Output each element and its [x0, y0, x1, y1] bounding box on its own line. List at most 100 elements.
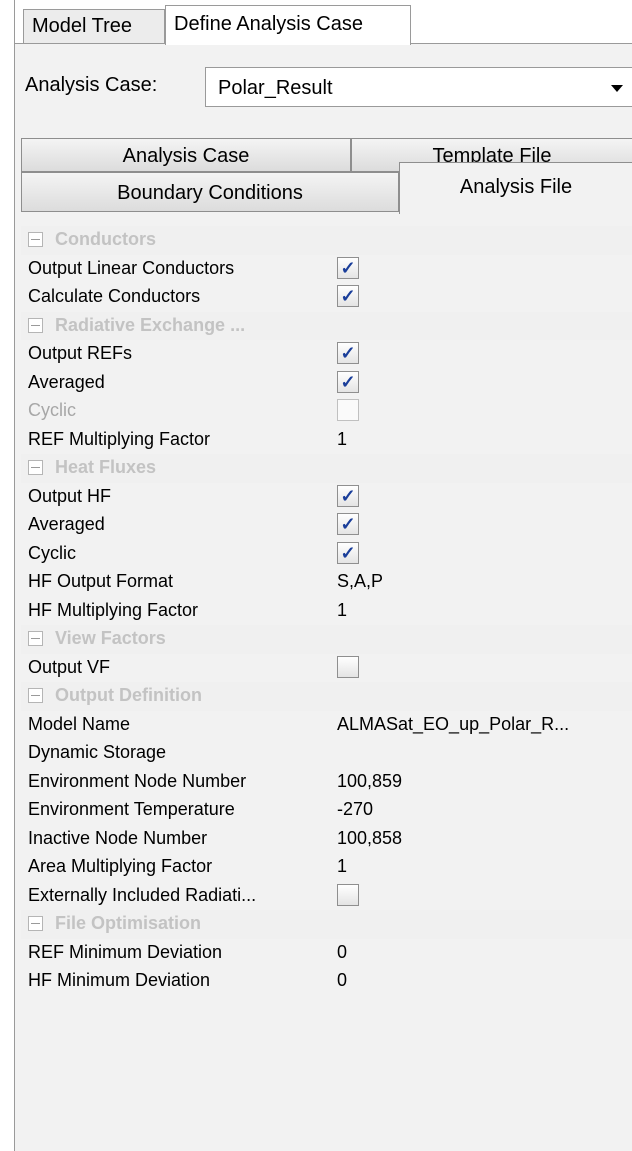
analysis-case-label: Analysis Case: [25, 74, 158, 96]
property-label: Inactive Node Number [28, 827, 208, 848]
property-value[interactable]: 0 [337, 970, 347, 991]
property-label: Cyclic [28, 542, 76, 563]
property-row: Inactive Node Number 100,858 [21, 825, 632, 854]
property-label: Area Multiplying Factor [28, 856, 213, 876]
tab-model-tree[interactable]: Model Tree [23, 9, 165, 44]
property-checkbox[interactable]: ✓ [337, 370, 359, 393]
minus-box-icon[interactable] [28, 631, 43, 646]
property-row: HF Output Format S,A,P [21, 568, 632, 597]
checkmark-icon: ✓ [340, 542, 356, 563]
property-row: Environment Temperature -270 [21, 796, 632, 825]
property-value[interactable]: 0 [337, 942, 347, 963]
minus-box-icon[interactable] [28, 460, 43, 475]
property-checkbox[interactable]: ✓ [337, 541, 359, 564]
property-checkbox[interactable] [337, 655, 359, 678]
tab-analysis-file[interactable]: Analysis File [399, 162, 632, 214]
property-label: Output Linear Conductors [28, 257, 235, 278]
property-checkbox[interactable]: ✓ [337, 285, 359, 307]
property-label: REF Minimum Deviation [28, 941, 223, 962]
property-row: Calculate Conductors ✓ [21, 283, 632, 312]
analysis-panel: Model Tree Define Analysis Case Analysis… [14, 0, 632, 1151]
property-row: Cyclic [21, 397, 632, 426]
property-row: Averaged ✓ [21, 511, 632, 540]
property-row: Averaged ✓ [21, 369, 632, 398]
category-row[interactable]: Output Definition [21, 682, 632, 711]
category-label: Conductors [55, 229, 156, 249]
minus-box-icon[interactable] [28, 688, 43, 703]
category-label: Output Definition [55, 685, 202, 705]
property-value[interactable]: 100,858 [337, 828, 402, 849]
property-label: Calculate Conductors [28, 286, 201, 306]
tab-analysis-case[interactable]: Analysis Case [21, 138, 351, 172]
checkmark-icon: ✓ [340, 485, 356, 506]
property-row: REF Minimum Deviation 0 [21, 939, 632, 968]
top-tab-bar: Model Tree Define Analysis Case [15, 0, 632, 45]
property-row: Externally Included Radiati... [21, 882, 632, 911]
property-label: HF Output Format [28, 571, 174, 591]
property-checkbox[interactable] [337, 883, 359, 906]
tab-divider-cut [166, 43, 410, 45]
analysis-case-value: Polar_Result [218, 77, 333, 99]
analysis-case-row: Analysis Case: Polar_Result [15, 60, 632, 110]
property-checkbox [337, 399, 359, 421]
property-value[interactable]: ALMASat_EO_up_Polar_R... [337, 714, 569, 735]
chevron-down-icon[interactable] [611, 85, 623, 92]
checkmark-icon: ✓ [340, 371, 356, 392]
property-row: Output Linear Conductors ✓ [21, 255, 632, 284]
category-row[interactable]: Radiative Exchange ... [21, 311, 632, 340]
minus-box-icon[interactable] [28, 916, 43, 931]
property-row: HF Multiplying Factor 1 [21, 597, 632, 626]
property-row: Output REFs ✓ [21, 340, 632, 369]
property-label: HF Minimum Deviation [28, 970, 211, 990]
property-value[interactable]: S,A,P [337, 571, 383, 592]
property-label: Environment Node Number [28, 770, 247, 791]
checkmark-icon: ✓ [340, 343, 356, 363]
checkmark-icon: ✓ [340, 514, 356, 534]
property-label: Output REFs [28, 343, 133, 363]
property-label: HF Multiplying Factor [28, 599, 199, 620]
property-row: REF Multiplying Factor 1 [21, 426, 632, 455]
sub-tab-bar: Analysis Case Template File Boundary Con… [21, 138, 632, 214]
property-value[interactable]: 1 [337, 856, 347, 877]
category-label: Heat Fluxes [55, 457, 157, 477]
category-label: File Optimisation [55, 913, 202, 933]
analysis-case-dropdown[interactable]: Polar_Result [205, 67, 632, 107]
minus-box-icon[interactable] [28, 232, 43, 247]
property-row: HF Minimum Deviation 0 [21, 967, 632, 996]
property-label: REF Multiplying Factor [28, 428, 211, 449]
minus-box-icon[interactable] [28, 317, 43, 333]
property-label: Dynamic Storage [28, 742, 167, 762]
checkmark-icon: ✓ [340, 257, 356, 278]
category-row[interactable]: File Optimisation [21, 910, 632, 939]
category-row[interactable]: Conductors [21, 226, 632, 255]
tab-boundary-conditions[interactable]: Boundary Conditions [21, 172, 399, 212]
property-checkbox[interactable]: ✓ [337, 256, 359, 279]
property-value[interactable]: -270 [337, 799, 373, 820]
category-label: Radiative Exchange ... [55, 314, 246, 335]
property-label: Externally Included Radiati... [28, 884, 257, 905]
category-label: View Factors [55, 628, 166, 648]
property-label: Averaged [28, 371, 105, 392]
property-row: Area Multiplying Factor 1 [21, 853, 632, 882]
property-checkbox[interactable]: ✓ [337, 513, 359, 535]
property-label: Environment Temperature [28, 799, 235, 819]
property-row: Cyclic ✓ [21, 540, 632, 569]
property-label: Averaged [28, 514, 105, 534]
property-value[interactable]: 1 [337, 429, 347, 450]
property-row: Output VF [21, 654, 632, 683]
property-value[interactable]: 1 [337, 600, 347, 621]
property-label: Output VF [28, 656, 111, 677]
property-grid: Conductors Output Linear Conductors ✓ Calcu… [21, 226, 632, 996]
property-checkbox[interactable]: ✓ [337, 342, 359, 364]
category-row[interactable]: Heat Fluxes [21, 454, 632, 483]
checkmark-icon: ✓ [340, 286, 356, 306]
tab-define-analysis-case[interactable]: Define Analysis Case [165, 5, 411, 45]
property-checkbox[interactable]: ✓ [337, 484, 359, 507]
property-row: Output HF ✓ [21, 483, 632, 512]
property-row: Model Name ALMASat_EO_up_Polar_R... [21, 711, 632, 740]
category-row[interactable]: View Factors [21, 625, 632, 654]
property-label: Output HF [28, 485, 112, 506]
property-row: Environment Node Number 100,859 [21, 768, 632, 797]
property-row: Dynamic Storage [21, 739, 632, 768]
property-value[interactable]: 100,859 [337, 771, 402, 792]
